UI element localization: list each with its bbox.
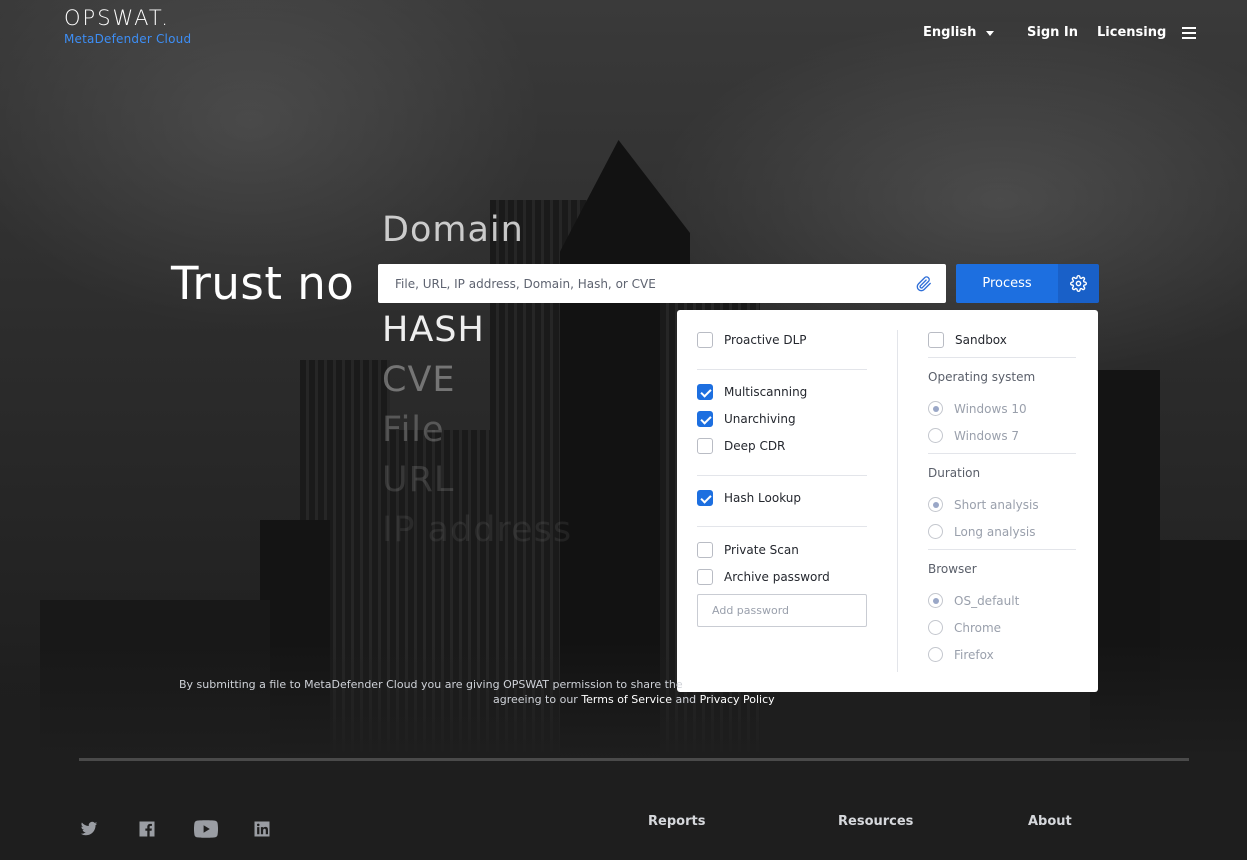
process-button[interactable]: Process [956, 264, 1058, 303]
option-label: Windows 10 [954, 401, 1027, 416]
linkedin-icon[interactable] [252, 820, 272, 838]
option-label: Firefox [954, 647, 994, 662]
twitter-icon[interactable] [79, 820, 99, 838]
deep-cdr-checkbox[interactable] [697, 438, 713, 454]
option-label: Hash Lookup [724, 491, 802, 505]
radio-button[interactable] [928, 524, 943, 539]
duration-short-option[interactable]: Short analysis [928, 497, 1039, 512]
disclaimer-text: By submitting a file to MetaDefender Clo… [179, 678, 683, 691]
disclaimer-prefix: agreeing to our [493, 693, 578, 706]
option-label: Long analysis [954, 524, 1036, 539]
disclaimer-links: agreeing to our Terms of Service and Pri… [493, 693, 775, 706]
browser-firefox-option[interactable]: Firefox [928, 647, 994, 662]
option-label: Chrome [954, 620, 1002, 635]
option-label: Deep CDR [724, 439, 786, 453]
hash-lookup-checkbox[interactable] [697, 490, 713, 506]
disclaimer-and: and [675, 693, 697, 706]
radio-button[interactable] [928, 620, 943, 635]
rotating-word: File [382, 410, 445, 450]
section-title: Operating system [928, 370, 1036, 384]
private-scan-option[interactable]: Private Scan [697, 542, 799, 558]
terms-of-service-link[interactable]: Terms of Service [581, 693, 672, 706]
footer-reports-link[interactable]: Reports [648, 814, 705, 829]
rotating-word: IP address [382, 510, 573, 550]
password-input[interactable]: Add password [697, 594, 867, 627]
radio-button[interactable] [928, 647, 943, 662]
search-input[interactable] [395, 276, 916, 291]
privacy-policy-link[interactable]: Privacy Policy [700, 693, 775, 706]
os-windows10-option[interactable]: Windows 10 [928, 401, 1027, 416]
licensing-link[interactable]: Licensing [1097, 25, 1166, 40]
unarchiving-checkbox[interactable] [697, 411, 713, 427]
private-scan-checkbox[interactable] [697, 542, 713, 558]
archive-password-checkbox[interactable] [697, 569, 713, 585]
hash-lookup-option[interactable]: Hash Lookup [697, 490, 801, 506]
language-label: English [923, 25, 977, 40]
caret-down-icon [986, 31, 995, 36]
sandbox-option[interactable]: Sandbox [928, 332, 1007, 348]
option-label: Proactive DLP [724, 333, 807, 347]
radio-button[interactable] [928, 593, 943, 608]
os-windows7-option[interactable]: Windows 7 [928, 428, 1019, 443]
option-label: Archive password [724, 570, 830, 584]
browser-chrome-option[interactable]: Chrome [928, 620, 1001, 635]
paperclip-icon[interactable] [916, 275, 932, 293]
rotating-word: URL [382, 460, 455, 500]
option-label: Private Scan [724, 543, 799, 557]
sign-in-link[interactable]: Sign In [1027, 25, 1078, 40]
radio-button[interactable] [928, 497, 943, 512]
section-title: Browser [928, 562, 977, 576]
option-label: Unarchiving [724, 412, 796, 426]
proactive-dlp-option[interactable]: Proactive DLP [697, 332, 807, 348]
rotating-word: Domain [382, 210, 524, 250]
settings-button[interactable] [1058, 264, 1099, 303]
section-title: Duration [928, 466, 981, 480]
proactive-dlp-checkbox[interactable] [697, 332, 713, 348]
sandbox-checkbox[interactable] [928, 332, 944, 348]
browser-osdefault-option[interactable]: OS_default [928, 593, 1019, 608]
footer-divider [79, 758, 1189, 761]
rotating-word: HASH [382, 310, 485, 350]
unarchiving-option[interactable]: Unarchiving [697, 411, 796, 427]
archive-password-option[interactable]: Archive password [697, 569, 830, 585]
option-label: OS_default [954, 593, 1020, 608]
logo-wordmark: OPSWAT. [64, 6, 170, 30]
radio-button[interactable] [928, 428, 943, 443]
gear-icon [1070, 275, 1087, 292]
search-bar [378, 264, 946, 303]
option-label: Short analysis [954, 497, 1039, 512]
hero-title: Trust no [171, 257, 355, 310]
logo-product-name: MetaDefender Cloud [64, 32, 192, 46]
option-label: Windows 7 [954, 428, 1020, 443]
logo[interactable]: OPSWAT. MetaDefender Cloud [64, 6, 191, 46]
menu-icon[interactable] [1182, 27, 1196, 42]
multiscanning-checkbox[interactable] [697, 384, 713, 400]
option-label: Multiscanning [724, 385, 808, 399]
option-label: Sandbox [955, 333, 1007, 347]
multiscanning-option[interactable]: Multiscanning [697, 384, 807, 400]
footer-about-link[interactable]: About [1028, 814, 1072, 829]
deep-cdr-option[interactable]: Deep CDR [697, 438, 785, 454]
youtube-icon[interactable] [194, 820, 218, 838]
language-selector[interactable]: English [923, 25, 995, 40]
radio-button[interactable] [928, 401, 943, 416]
scan-options-panel: Proactive DLP Multiscanning Unarchiving … [677, 310, 1098, 692]
rotating-word: CVE [382, 360, 456, 400]
duration-long-option[interactable]: Long analysis [928, 524, 1035, 539]
facebook-icon[interactable] [137, 820, 157, 838]
footer-resources-link[interactable]: Resources [838, 814, 913, 829]
